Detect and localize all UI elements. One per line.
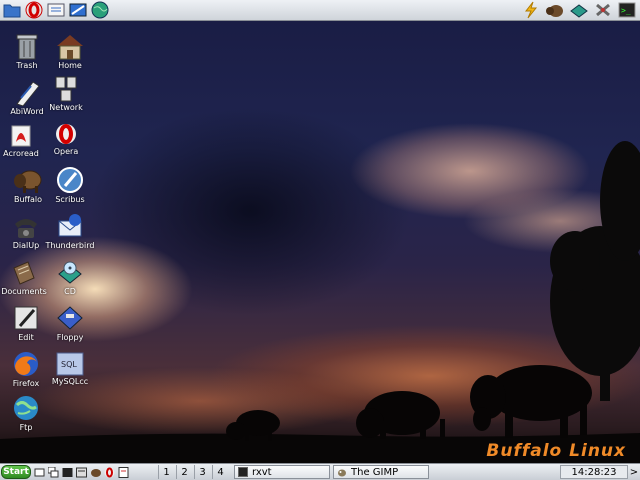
- desktop-icon-label: MySQLcc: [51, 377, 89, 386]
- buffalo-icon[interactable]: [545, 1, 565, 19]
- desktop-icon-label: Network: [49, 103, 83, 112]
- task-label: rxvt: [252, 466, 272, 478]
- trash-icon: [11, 30, 43, 60]
- desktop-icon-label: Scribus: [55, 195, 85, 204]
- start-button[interactable]: Start: [1, 465, 31, 479]
- taskbar: Start 1 2 3 4 rxvt The GIMP 14:28:23 >: [0, 463, 640, 480]
- system-tray: >_: [518, 1, 640, 19]
- desktop-icon-mysqlcc[interactable]: SQL MySQLcc: [44, 346, 96, 386]
- desktop-icon-label: Documents: [1, 287, 47, 296]
- gimp-icon: [338, 469, 346, 477]
- desktop-icon-thunderbird[interactable]: Thunderbird: [44, 210, 96, 250]
- desktop-icon-label: Floppy: [56, 333, 84, 342]
- telephone-icon: [10, 210, 42, 240]
- lightning-icon[interactable]: [521, 1, 541, 19]
- firefox-icon: [10, 348, 42, 378]
- desktop-wallpaper: Buffalo Linux: [0, 21, 640, 463]
- home-icon: [54, 30, 86, 60]
- bison-large: [470, 365, 592, 438]
- desktop-icon-network[interactable]: Network: [40, 72, 92, 112]
- cd-icon: [54, 256, 86, 286]
- desktop-icon-home[interactable]: Home: [44, 30, 96, 70]
- image-editor-icon[interactable]: [69, 1, 87, 19]
- quick-launch: [34, 465, 129, 479]
- desktop-icon-label: Opera: [53, 147, 79, 156]
- mysql-glyph-text: SQL: [61, 360, 77, 369]
- svg-text:>_: >_: [621, 6, 631, 15]
- edit-icon: [10, 302, 42, 332]
- windows-icon[interactable]: [48, 466, 59, 478]
- clock[interactable]: 14:28:23: [560, 465, 628, 479]
- buffalo-linux-brand: Buffalo Linux: [486, 441, 626, 461]
- desktop-switch-3[interactable]: 3: [194, 465, 210, 479]
- tree-silhouette: [550, 141, 640, 401]
- notes-icon[interactable]: [47, 1, 65, 19]
- scanner-icon[interactable]: [569, 1, 589, 19]
- desktop-icon-label: Thunderbird: [45, 241, 95, 250]
- bison-silhouette: [0, 141, 640, 463]
- desktop-icon-scribus[interactable]: Scribus: [44, 164, 96, 204]
- desktop-icon-label: Ftp: [19, 423, 33, 432]
- mysql-icon: SQL: [54, 346, 86, 376]
- task-button-rxvt[interactable]: rxvt: [234, 465, 330, 479]
- task-label: The GIMP: [351, 466, 399, 478]
- launcher-bar: [0, 1, 112, 19]
- desktop-icon-ftp[interactable]: Ftp: [0, 392, 52, 432]
- desktop-icon-label: Home: [58, 61, 82, 70]
- desktop-icon-label: CD: [64, 287, 76, 296]
- network-icon: [50, 72, 82, 102]
- show-desktop-icon[interactable]: [34, 467, 45, 478]
- top-panel: >_: [0, 0, 640, 21]
- tray-expand-arrow[interactable]: >: [628, 465, 640, 479]
- tools-icon[interactable]: [593, 1, 613, 19]
- task-button-gimp[interactable]: The GIMP: [333, 465, 429, 479]
- opera-icon[interactable]: [25, 1, 43, 19]
- terminal-icon: [238, 467, 248, 477]
- buffalo-icon[interactable]: [90, 467, 101, 478]
- terminal-icon[interactable]: >_: [617, 1, 637, 19]
- opera-icon[interactable]: [104, 467, 115, 478]
- desktop-icon-documents[interactable]: Documents: [0, 256, 50, 296]
- globe-icon[interactable]: [91, 1, 109, 19]
- buffalo-icon: [12, 164, 44, 194]
- floppy-icon: [54, 302, 86, 332]
- bison-middle: [356, 391, 445, 439]
- desktop-switch-4[interactable]: 4: [212, 465, 228, 479]
- desktop-icon-cd[interactable]: CD: [44, 256, 96, 296]
- abiword-icon: [11, 76, 43, 106]
- opera-icon: [50, 116, 82, 146]
- desktop-icon-floppy[interactable]: Floppy: [44, 302, 96, 342]
- desktop-icon-opera[interactable]: Opera: [40, 116, 92, 156]
- documents-icon: [8, 256, 40, 286]
- text-editor-icon[interactable]: [118, 466, 129, 478]
- thunderbird-icon: [54, 210, 86, 240]
- ftp-globe-icon: [10, 392, 42, 422]
- scribus-icon: [54, 164, 86, 194]
- desktop-switch-2[interactable]: 2: [176, 465, 192, 479]
- acroread-icon: [5, 118, 37, 148]
- desktop-switch-1[interactable]: 1: [158, 465, 174, 479]
- home-folder-icon[interactable]: [3, 1, 21, 19]
- terminal-icon[interactable]: [62, 467, 73, 478]
- file-manager-icon[interactable]: [76, 467, 87, 478]
